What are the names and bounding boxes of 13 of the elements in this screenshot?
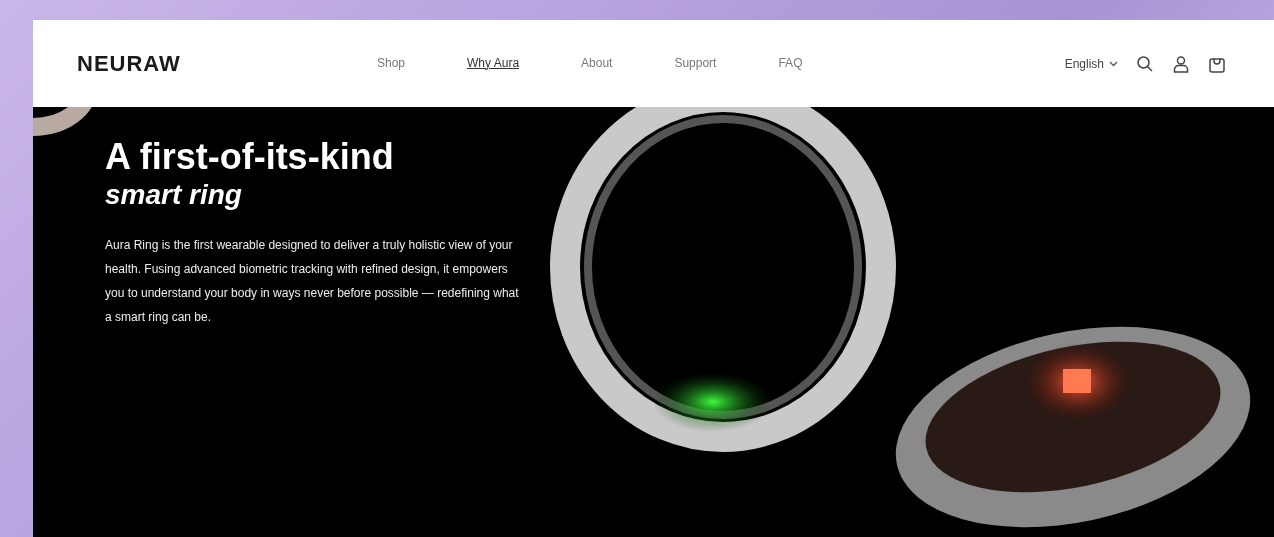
nav-link[interactable]: FAQ	[778, 55, 803, 72]
nav-link[interactable]: Support	[674, 55, 717, 72]
hero-description: Aura Ring is the first wearable designed to deliver a truly holistic view of your health. Fusing advanced biometric tracking with refined design, it empowers you to understand your body in ways never before possible — redefining what a smart ring can be.	[105, 236, 520, 326]
nav-link[interactable]: About	[581, 55, 613, 72]
nav-link[interactable]: Shop	[377, 55, 406, 72]
hero-subtitle: smart ring	[105, 178, 243, 211]
language-selector[interactable]: English	[1064, 56, 1118, 71]
hero-title: A first-of-its-kind	[105, 137, 395, 177]
search-icon[interactable]	[1136, 54, 1154, 73]
brand-logo[interactable]: NEURAW	[77, 50, 377, 77]
person-icon[interactable]	[1172, 54, 1190, 73]
caret-icon	[1109, 60, 1118, 67]
nav-link[interactable]: Why Aura	[467, 55, 520, 72]
